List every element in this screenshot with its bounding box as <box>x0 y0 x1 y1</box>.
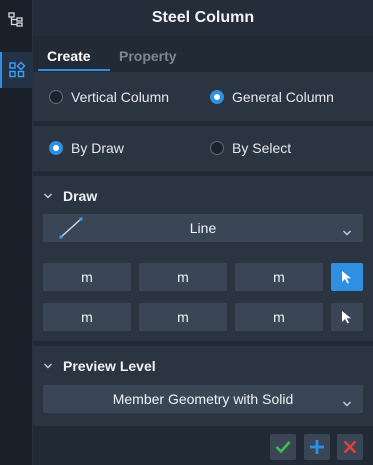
line-draw-icon <box>59 217 83 242</box>
draw-shape-dropdown[interactable]: Line <box>43 214 363 242</box>
preview-level-label: Preview Level <box>63 358 156 374</box>
steel-column-panel: Steel Column Create Property Vertical Co… <box>33 0 373 465</box>
chevron-down-icon <box>343 394 353 407</box>
column-type-section: Vertical Column General Column <box>33 72 373 121</box>
preview-level-header[interactable]: Preview Level <box>43 358 156 374</box>
general-column-radio[interactable] <box>210 90 224 104</box>
general-column-label: General Column <box>232 89 334 105</box>
preview-level-dropdown[interactable]: Member Geometry with Solid <box>43 385 363 413</box>
cursor-pick-icon <box>342 271 351 284</box>
method-section: By Draw By Select <box>33 126 373 171</box>
plus-icon <box>310 440 324 454</box>
point1-y-field[interactable]: m <box>139 263 227 291</box>
add-button[interactable] <box>304 434 330 460</box>
by-select-label: By Select <box>232 140 292 156</box>
tree-icon <box>8 12 23 27</box>
by-select-radio[interactable] <box>210 141 224 155</box>
tab-bar: Create Property <box>33 36 373 72</box>
side-rail <box>0 0 33 465</box>
confirm-button[interactable] <box>270 434 296 460</box>
check-icon <box>275 441 291 454</box>
point2-y-field[interactable]: m <box>139 303 227 331</box>
point2-z-field[interactable]: m <box>235 303 323 331</box>
by-draw-radio[interactable] <box>49 141 63 155</box>
tab-property[interactable]: Property <box>119 36 177 72</box>
chevron-down-icon <box>43 191 53 201</box>
create-panel-button[interactable] <box>0 52 32 88</box>
by-draw-label: By Draw <box>71 140 124 156</box>
draw-header[interactable]: Draw <box>43 188 97 204</box>
chevron-down-icon <box>343 223 353 236</box>
tab-create[interactable]: Create <box>47 36 91 72</box>
draw-header-label: Draw <box>63 188 98 204</box>
vertical-column-radio[interactable] <box>49 90 63 104</box>
cursor-pick-icon <box>342 311 351 324</box>
cancel-button[interactable] <box>337 434 363 460</box>
close-icon <box>343 440 357 454</box>
point1-z-field[interactable]: m <box>235 263 323 291</box>
by-draw-option[interactable]: By Draw <box>49 140 124 156</box>
pick-point2-button[interactable] <box>331 303 363 331</box>
shapes-icon <box>9 61 26 78</box>
by-select-option[interactable]: By Select <box>210 140 291 156</box>
tree-view-button[interactable] <box>0 2 32 38</box>
preview-level-section: Preview Level Member Geometry with Solid <box>33 346 373 426</box>
vertical-column-option[interactable]: Vertical Column <box>49 89 169 105</box>
draw-shape-value: Line <box>189 220 217 236</box>
draw-section: Draw Line m m m m m m <box>33 176 373 341</box>
general-column-option[interactable]: General Column <box>210 89 334 105</box>
vertical-column-label: Vertical Column <box>71 89 170 105</box>
point1-x-field[interactable]: m <box>43 263 131 291</box>
preview-level-value: Member Geometry with Solid <box>112 391 294 407</box>
chevron-down-icon <box>43 361 53 371</box>
panel-title: Steel Column <box>33 0 373 36</box>
point2-x-field[interactable]: m <box>43 303 131 331</box>
active-tab-indicator <box>38 69 110 71</box>
pick-point1-button[interactable] <box>331 263 363 291</box>
